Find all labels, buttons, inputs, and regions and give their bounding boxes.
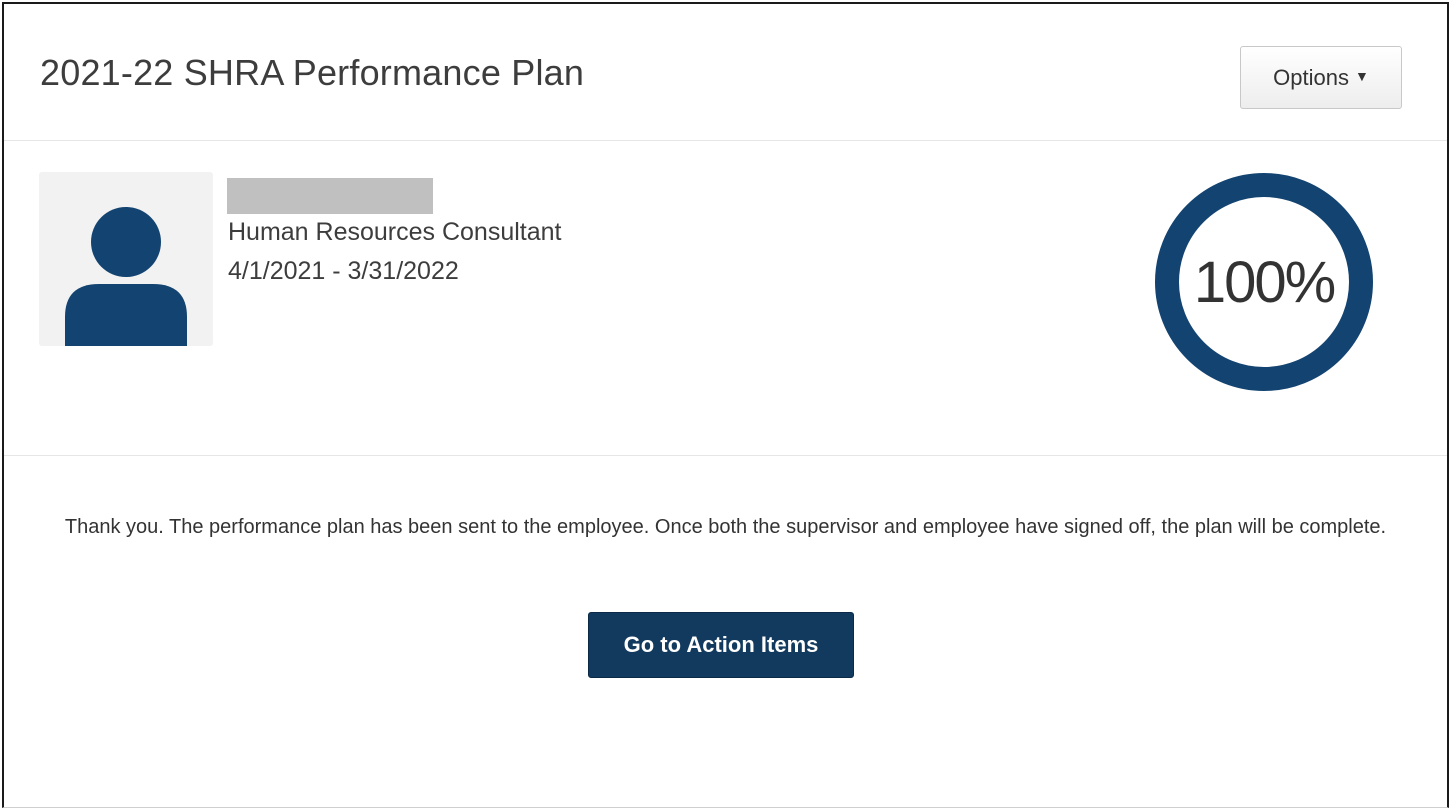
completion-message: Thank you. The performance plan has been… xyxy=(64,516,1387,538)
progress-percentage: 100% xyxy=(1193,249,1336,315)
completion-message-area: Thank you. The performance plan has been… xyxy=(4,457,1447,807)
avatar xyxy=(39,172,213,346)
performance-plan-panel: 2021-22 SHRA Performance Plan Options ▼ … xyxy=(2,2,1449,808)
plan-date-range: 4/1/2021 - 3/31/2022 xyxy=(228,257,459,285)
caret-down-icon: ▼ xyxy=(1354,67,1369,84)
panel-header: 2021-22 SHRA Performance Plan Options ▼ xyxy=(4,4,1447,141)
job-title: Human Resources Consultant xyxy=(228,218,562,246)
user-silhouette-icon xyxy=(65,207,187,346)
employee-profile: Human Resources Consultant 4/1/2021 - 3/… xyxy=(4,142,1447,456)
progress-ring: 100% xyxy=(1154,172,1374,392)
page-title: 2021-22 SHRA Performance Plan xyxy=(40,52,585,93)
go-to-action-items-button[interactable]: Go to Action Items xyxy=(588,612,854,678)
employee-name-redacted xyxy=(227,178,433,214)
options-dropdown-button[interactable]: Options ▼ xyxy=(1240,46,1402,109)
options-label: Options xyxy=(1273,64,1349,90)
